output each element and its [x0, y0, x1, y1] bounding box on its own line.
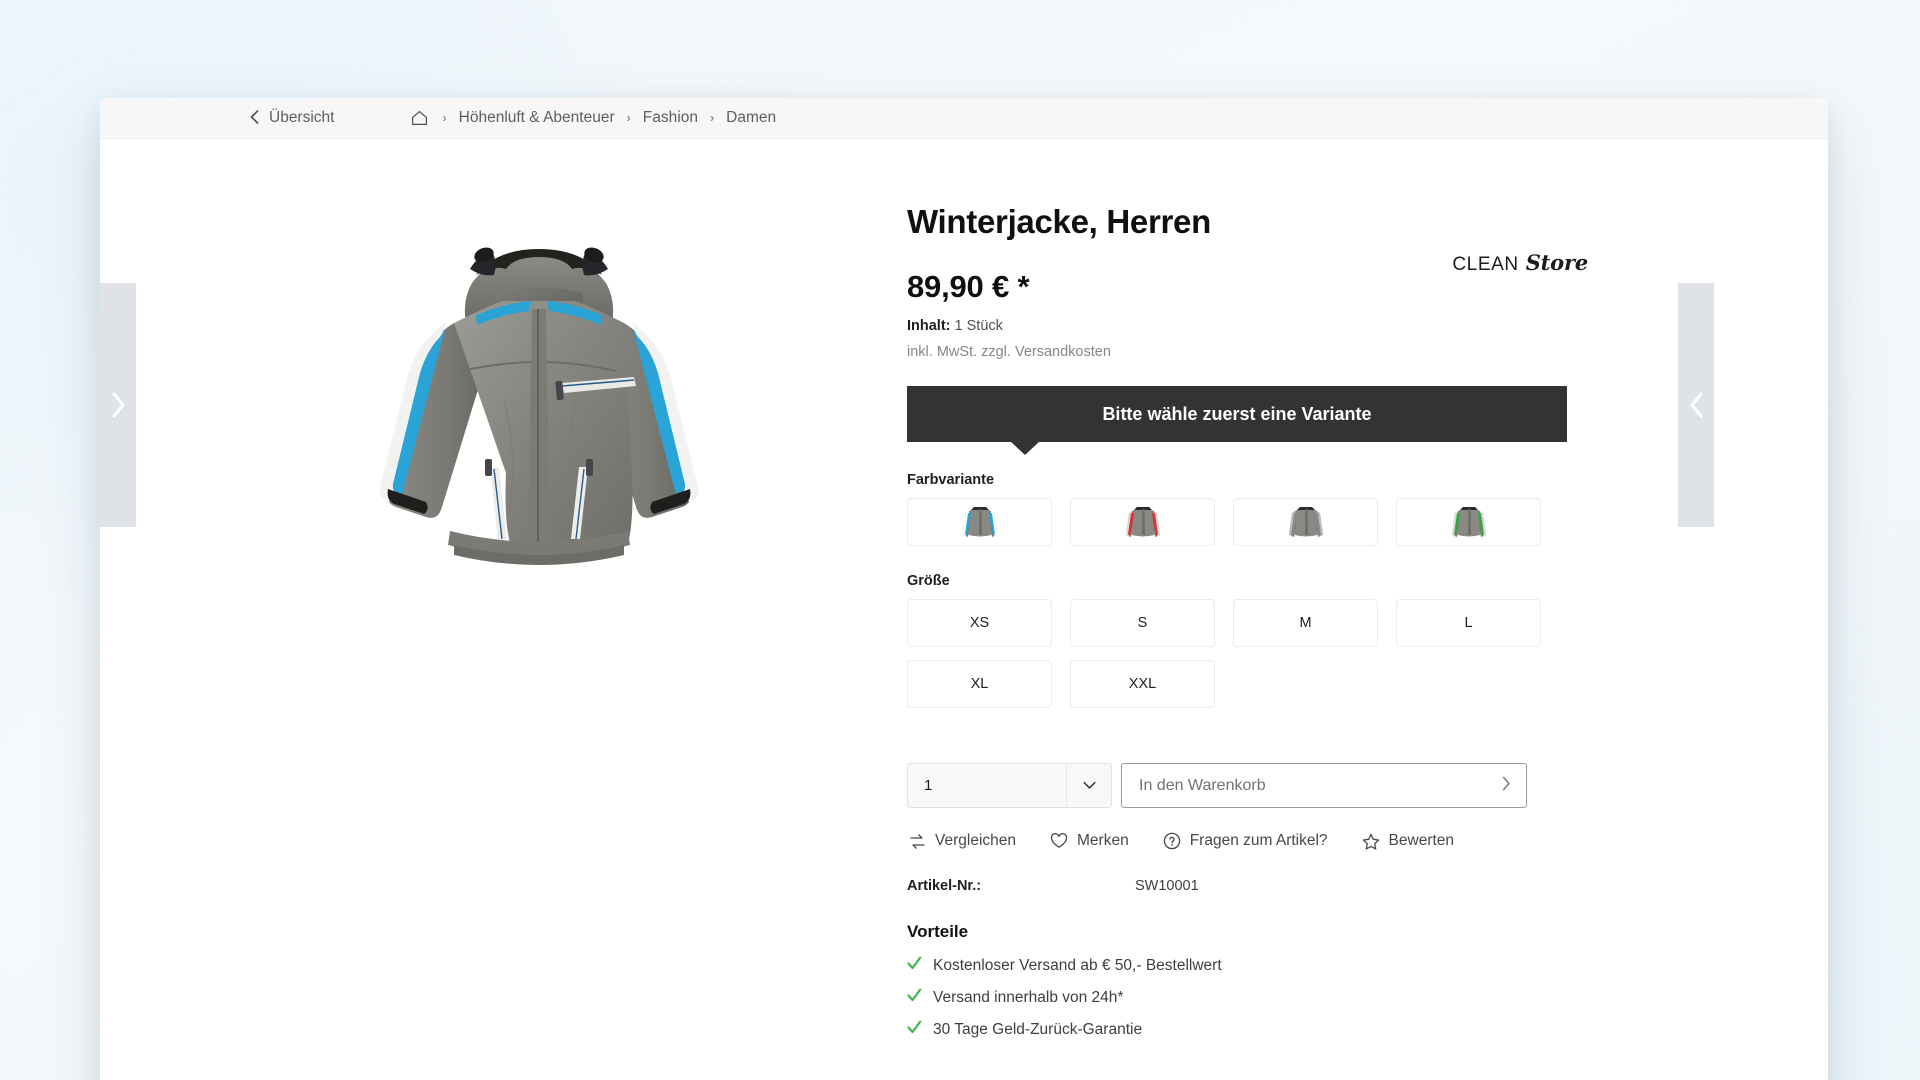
- check-icon: [907, 956, 922, 975]
- benefit-label: Versand innerhalb von 24h*: [933, 988, 1124, 1006]
- question-circle-icon: [1163, 832, 1181, 850]
- quantity-value: 1: [924, 777, 933, 794]
- breadcrumb-item-0[interactable]: Höhenluft & Abenteuer: [459, 109, 615, 127]
- star-icon: [1362, 833, 1380, 850]
- product-question-link[interactable]: Fragen zum Artikel?: [1163, 832, 1328, 850]
- benefit-item: Kostenloser Versand ab € 50,- Bestellwer…: [907, 956, 1567, 975]
- jacket-thumb-icon: [1288, 507, 1323, 537]
- review-label: Bewerten: [1388, 832, 1455, 849]
- chevron-right-icon: [1502, 776, 1511, 796]
- compare-label: Vergleichen: [935, 832, 1017, 849]
- product-hero-image[interactable]: [304, 231, 774, 681]
- color-option-group: [907, 498, 1567, 546]
- jacket-thumb-icon: [1451, 507, 1486, 537]
- breadcrumb-trail: › Höhenluft & Abenteuer › Fashion › Dame…: [411, 109, 776, 127]
- color-swatch-blau[interactable]: [907, 498, 1052, 546]
- add-to-cart-button[interactable]: In den Warenkorb: [1121, 763, 1527, 808]
- gallery-prev-button[interactable]: [100, 283, 136, 527]
- color-swatch-gruen[interactable]: [1396, 498, 1541, 546]
- size-button-xs[interactable]: XS: [907, 599, 1052, 647]
- brand-logo[interactable]: CLEAN Store: [1452, 250, 1588, 276]
- breadcrumb-item-2[interactable]: Damen: [726, 109, 776, 127]
- heart-icon: [1050, 833, 1068, 849]
- size-option-group: XS S M L XL XXL: [907, 599, 1567, 708]
- jacket-thumb-icon: [1125, 507, 1160, 537]
- page-title: Winterjacke, Herren: [907, 203, 1211, 240]
- breadcrumb-separator: ›: [626, 111, 631, 125]
- brand-name-primary: CLEAN: [1452, 254, 1519, 275]
- variant-notice-text: Bitte wähle zuerst eine Variante: [907, 386, 1567, 442]
- check-icon: [907, 1020, 922, 1039]
- chevron-down-icon: [1066, 764, 1111, 807]
- benefit-label: 30 Tage Geld-Zurück-Garantie: [933, 1020, 1143, 1038]
- compare-link[interactable]: Vergleichen: [909, 832, 1016, 850]
- wishlist-link[interactable]: Merken: [1050, 832, 1129, 850]
- breadcrumb-back-link[interactable]: Übersicht: [250, 109, 334, 127]
- breadcrumb-back-label: Übersicht: [269, 109, 335, 126]
- size-button-xl[interactable]: XL: [907, 660, 1052, 708]
- product-question-label: Fragen zum Artikel?: [1189, 832, 1328, 849]
- chevron-right-icon: [110, 391, 127, 419]
- variant-notice: Bitte wähle zuerst eine Variante: [907, 386, 1567, 455]
- size-button-l[interactable]: L: [1396, 599, 1541, 647]
- article-number-value: SW10001: [1135, 878, 1199, 894]
- page-viewport: Übersicht › Höhenluft & Abenteuer › Fash…: [0, 0, 1920, 1080]
- check-icon: [907, 988, 922, 1007]
- breadcrumb-item-1[interactable]: Fashion: [643, 109, 698, 127]
- compare-arrows-icon: [909, 833, 926, 850]
- shop-window: Übersicht › Höhenluft & Abenteuer › Fash…: [100, 98, 1828, 1080]
- size-option-label: Größe: [907, 573, 950, 589]
- quantity-select[interactable]: 1: [907, 763, 1112, 808]
- size-button-s[interactable]: S: [1070, 599, 1215, 647]
- home-icon[interactable]: [411, 110, 428, 126]
- buy-row: 1 In den Warenkorb: [907, 763, 1567, 808]
- product-detail: CLEAN Store Winterjacke, Herren 89,90 € …: [100, 139, 1828, 1080]
- breadcrumb: Übersicht › Höhenluft & Abenteuer › Fash…: [100, 98, 1828, 139]
- brand-name-script: Store: [1525, 250, 1589, 275]
- breadcrumb-separator: ›: [442, 111, 447, 125]
- benefit-item: 30 Tage Geld-Zurück-Garantie: [907, 1020, 1567, 1039]
- size-button-xxl[interactable]: XXL: [1070, 660, 1215, 708]
- product-content-label: Inhalt:: [907, 318, 951, 334]
- wishlist-label: Merken: [1077, 832, 1129, 849]
- variant-notice-arrow: [1010, 441, 1040, 455]
- article-number-label: Artikel-Nr.:: [907, 878, 982, 894]
- size-button-m[interactable]: M: [1233, 599, 1378, 647]
- review-link[interactable]: Bewerten: [1362, 832, 1454, 850]
- add-to-cart-label: In den Warenkorb: [1139, 776, 1266, 794]
- product-content-value: 1 Stück: [954, 318, 1003, 334]
- product-actions: Vergleichen Merken Fragen zum Artikel? B…: [907, 832, 1567, 850]
- benefit-label: Kostenloser Versand ab € 50,- Bestellwer…: [933, 956, 1222, 974]
- article-number-row: Artikel-Nr.: SW10001: [907, 878, 1567, 894]
- winter-jacket-illustration: [379, 247, 699, 565]
- chevron-left-icon: [250, 110, 259, 126]
- color-option-label: Farbvariante: [907, 472, 995, 488]
- color-swatch-rot[interactable]: [1070, 498, 1215, 546]
- benefit-item: Versand innerhalb von 24h*: [907, 988, 1567, 1007]
- color-swatch-grau[interactable]: [1233, 498, 1378, 546]
- product-content: Inhalt: 1 Stück: [907, 318, 1567, 334]
- breadcrumb-separator: ›: [709, 111, 715, 125]
- product-info: CLEAN Store Winterjacke, Herren 89,90 € …: [907, 139, 1828, 1080]
- benefits-title: Vorteile: [907, 922, 969, 941]
- tax-note: inkl. MwSt. zzgl. Versandkosten: [907, 344, 1111, 360]
- product-gallery: [100, 139, 1714, 1080]
- jacket-thumb-icon: [962, 507, 997, 537]
